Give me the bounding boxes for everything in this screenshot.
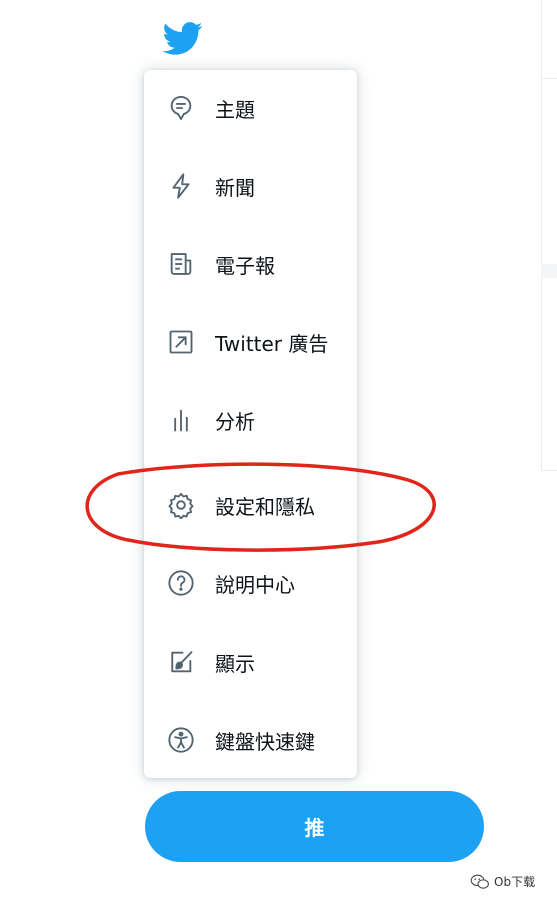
more-menu: 主題 新聞 電子報 Twitter 廣告 分析 設定和隱私 說明中心 顯示 鍵盤… (144, 70, 357, 778)
menu-item-twitter-ads[interactable]: Twitter 廣告 (144, 312, 357, 372)
panel-divider (541, 470, 557, 471)
watermark-text: Ob下载 (494, 875, 536, 889)
help-icon (166, 568, 196, 598)
tweet-button[interactable]: 推 (145, 791, 484, 862)
menu-item-settings-privacy[interactable]: 設定和隱私 (144, 475, 357, 535)
menu-item-news[interactable]: 新聞 (144, 156, 357, 216)
menu-item-help-center[interactable]: 說明中心 (144, 553, 357, 613)
menu-item-label: 電子報 (215, 253, 275, 278)
menu-item-label: 鍵盤快速鍵 (215, 729, 315, 754)
panel-divider (541, 264, 557, 278)
menu-item-label: 說明中心 (215, 572, 295, 597)
display-icon (166, 647, 196, 677)
menu-item-topics[interactable]: 主題 (144, 78, 357, 138)
topics-icon (166, 93, 196, 123)
menu-item-display[interactable]: 顯示 (144, 632, 357, 692)
lightning-icon (166, 171, 196, 201)
panel-divider (541, 0, 542, 470)
twitter-logo-icon[interactable] (160, 18, 206, 58)
panel-divider (541, 78, 557, 79)
menu-item-newsletters[interactable]: 電子報 (144, 234, 357, 294)
menu-item-label: 主題 (215, 97, 255, 122)
newsletter-icon (166, 249, 196, 279)
menu-item-label: 顯示 (215, 651, 255, 676)
menu-item-keyboard-shortcuts[interactable]: 鍵盤快速鍵 (144, 710, 357, 770)
analytics-icon (166, 405, 196, 435)
menu-item-label: 新聞 (215, 175, 255, 200)
accessibility-icon (166, 725, 196, 755)
watermark: Ob下载 (470, 873, 535, 890)
wechat-icon (470, 874, 489, 889)
gear-icon (166, 490, 196, 520)
external-arrow-icon (166, 327, 196, 357)
menu-item-label: 設定和隱私 (215, 494, 315, 519)
menu-item-analytics[interactable]: 分析 (144, 390, 357, 450)
menu-item-label: 分析 (215, 409, 255, 434)
menu-item-label: Twitter 廣告 (215, 331, 329, 356)
